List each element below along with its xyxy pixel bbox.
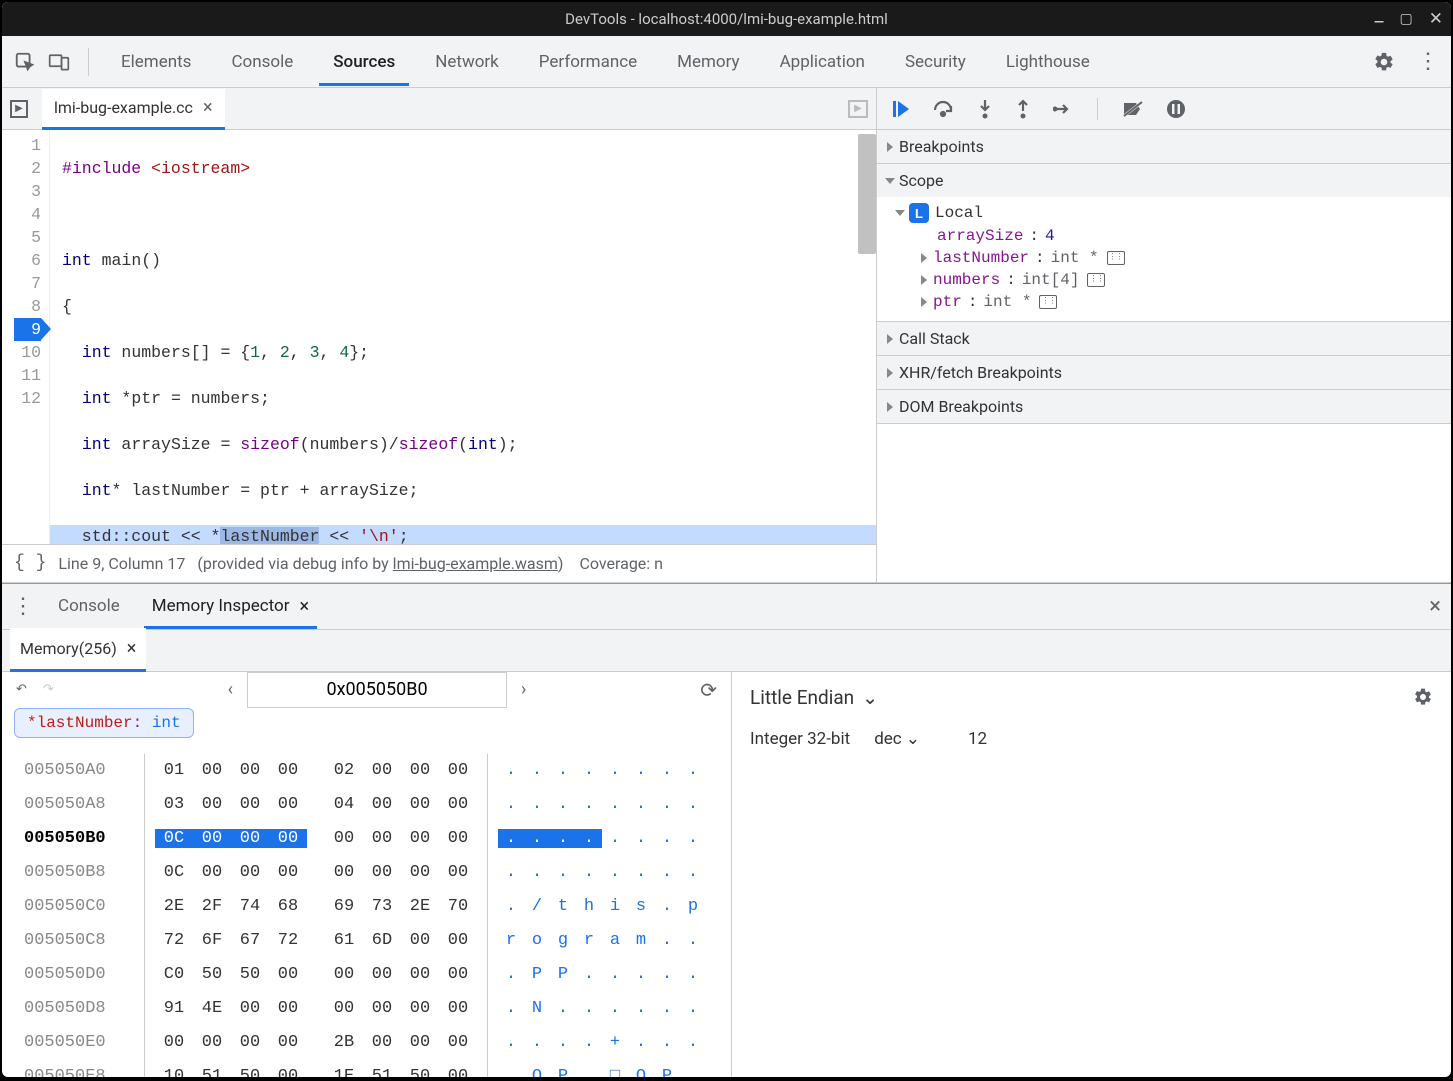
hex-row[interactable]: 005050B80C00000000000000........	[24, 856, 719, 890]
debug-toolbar	[877, 88, 1451, 130]
hex-row[interactable]: 005050E0000000002B000000....+...	[24, 1026, 719, 1060]
source-tabs: ▶ lmi-bug-example.cc × ▶	[2, 88, 876, 130]
endian-select[interactable]: Little Endian ⌄	[750, 686, 878, 709]
device-icon[interactable]	[48, 51, 70, 73]
hex-row[interactable]: 005050D8914E000000000000.N......	[24, 992, 719, 1026]
close-icon[interactable]: ×	[300, 596, 310, 617]
tab-console[interactable]: Console	[217, 38, 307, 86]
deactivate-breakpoints-icon[interactable]	[1122, 100, 1144, 118]
pretty-print-icon[interactable]: { }	[14, 553, 46, 573]
dom-breakpoints-header[interactable]: DOM Breakpoints	[877, 390, 1451, 423]
scope-var[interactable]: numbers: int[4]	[877, 269, 1451, 291]
pause-exceptions-icon[interactable]	[1166, 99, 1186, 119]
scope-var[interactable]: lastNumber: int *	[877, 247, 1451, 269]
reveal-memory-icon[interactable]	[1107, 251, 1125, 265]
tab-elements[interactable]: Elements	[107, 38, 205, 86]
chevron-down-icon: ⌄	[906, 729, 920, 749]
scope-var[interactable]: ptr: int *	[877, 291, 1451, 313]
source-tab-active[interactable]: lmi-bug-example.cc ×	[42, 89, 225, 130]
main-tabbar: Elements Console Sources Network Perform…	[2, 36, 1451, 88]
editor-status-bar: { } Line 9, Column 17 (provided via debu…	[2, 544, 876, 582]
drawer-tab-console[interactable]: Console	[50, 584, 128, 628]
run-snippet-icon[interactable]: ▶	[848, 100, 868, 118]
settings-icon[interactable]	[1413, 687, 1433, 707]
window-title: DevTools - localhost:4000/lmi-bug-exampl…	[565, 10, 888, 28]
source-filename: lmi-bug-example.cc	[54, 98, 193, 117]
hex-row[interactable]: 005050D0C050500000000000.PP.....	[24, 958, 719, 992]
tab-network[interactable]: Network	[421, 38, 513, 86]
step-out-icon[interactable]	[1015, 99, 1031, 119]
hex-viewer[interactable]: 005050A00100000002000000........005050A8…	[2, 750, 731, 1078]
chevron-down-icon: ⌄	[862, 686, 878, 709]
coverage-label: Coverage: n	[579, 554, 663, 573]
hex-row[interactable]: 005050E8105150001E515000.QP.□QP.	[24, 1060, 719, 1078]
titlebar: DevTools - localhost:4000/lmi-bug-exampl…	[2, 2, 1451, 36]
hex-row[interactable]: 005050C02E2F746869732E70./this.p	[24, 890, 719, 924]
tab-lighthouse[interactable]: Lighthouse	[992, 38, 1104, 86]
close-icon[interactable]: ✕	[1429, 9, 1443, 29]
memory-tab[interactable]: Memory(256) ×	[10, 628, 146, 672]
interp-type: Integer 32-bit	[750, 729, 850, 749]
drawer-close-icon[interactable]: ×	[1429, 594, 1441, 619]
tab-performance[interactable]: Performance	[525, 38, 651, 86]
reveal-memory-icon[interactable]	[1039, 295, 1057, 309]
scope-local[interactable]: LLocal	[877, 201, 1451, 225]
hex-row[interactable]: 005050B00C00000000000000........	[24, 822, 719, 856]
tab-memory[interactable]: Memory	[663, 38, 753, 86]
cursor-position: Line 9, Column 17	[58, 554, 185, 573]
interp-value: 12	[968, 729, 987, 749]
resume-icon[interactable]	[891, 99, 911, 119]
maximize-icon[interactable]: ▢	[1400, 11, 1413, 27]
tab-sources[interactable]: Sources	[319, 38, 409, 86]
scope-var[interactable]: arraySize: 4	[877, 225, 1451, 247]
minimize-icon[interactable]: _	[1374, 2, 1383, 26]
local-badge-icon: L	[909, 203, 929, 223]
memory-nav: ↶ ↷ ‹ › ⟳	[2, 672, 731, 708]
reveal-memory-icon[interactable]	[1087, 273, 1105, 287]
tab-application[interactable]: Application	[766, 38, 879, 86]
code-editor[interactable]: 123456789101112 #include <iostream> int …	[2, 130, 876, 544]
close-icon[interactable]: ×	[127, 638, 137, 659]
settings-icon[interactable]	[1373, 51, 1395, 73]
drawer-tab-memory-inspector[interactable]: Memory Inspector ×	[144, 584, 317, 629]
redo-icon[interactable]: ↷	[43, 682, 54, 697]
scope-header[interactable]: Scope	[877, 164, 1451, 197]
highlight-chip[interactable]: *lastNumber: int	[14, 708, 194, 738]
inspect-icon[interactable]	[14, 51, 36, 73]
step-over-icon[interactable]	[933, 100, 955, 118]
hex-row[interactable]: 005050A00100000002000000........	[24, 754, 719, 788]
hex-row[interactable]: 005050C8726F6772616D0000rogram..	[24, 924, 719, 958]
address-input[interactable]	[247, 672, 507, 708]
code-content: #include <iostream> int main() { int num…	[50, 130, 876, 544]
scrollbar-thumb[interactable]	[858, 134, 876, 254]
drawer-more-icon[interactable]: ⋮	[12, 594, 34, 619]
next-page-icon[interactable]: ›	[521, 679, 526, 700]
breakpoints-header[interactable]: Breakpoints	[877, 130, 1451, 163]
drawer-tabs: ⋮ Console Memory Inspector × ×	[2, 584, 1451, 630]
interp-mode-select[interactable]: dec⌄	[874, 729, 920, 749]
undo-icon[interactable]: ↶	[16, 682, 27, 697]
hex-row[interactable]: 005050A80300000004000000........	[24, 788, 719, 822]
prev-page-icon[interactable]: ‹	[228, 679, 233, 700]
step-into-icon[interactable]	[977, 99, 993, 119]
step-icon[interactable]	[1053, 101, 1073, 117]
callstack-header[interactable]: Call Stack	[877, 322, 1451, 355]
navigator-icon[interactable]: ▶	[10, 100, 28, 118]
xhr-breakpoints-header[interactable]: XHR/fetch Breakpoints	[877, 356, 1451, 389]
close-icon[interactable]: ×	[203, 97, 213, 118]
refresh-icon[interactable]: ⟳	[700, 678, 717, 702]
tab-security[interactable]: Security	[891, 38, 980, 86]
more-icon[interactable]: ⋮	[1417, 49, 1439, 74]
debug-source-link[interactable]: lmi-bug-example.wasm	[393, 554, 558, 573]
